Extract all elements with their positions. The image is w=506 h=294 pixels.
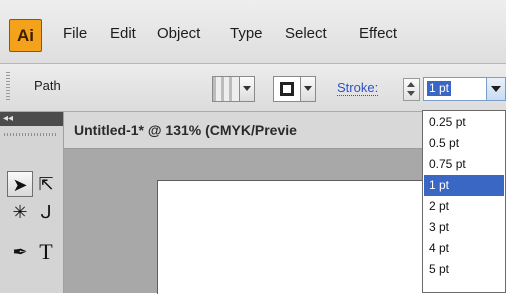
document-tab-title: Untitled-1* @ 131% (CMYK/Previe bbox=[74, 122, 297, 138]
type-tool-icon: T bbox=[39, 239, 53, 264]
direct-selection-tool[interactable]: ⇱ bbox=[33, 171, 59, 197]
selection-type-label: Path bbox=[34, 78, 61, 93]
fill-dropdown-button[interactable] bbox=[239, 76, 255, 102]
stroke-option-selected[interactable]: 1 pt bbox=[424, 175, 504, 196]
stroke-option[interactable]: 3 pt bbox=[424, 217, 504, 238]
magic-wand-tool-icon: ✳ bbox=[12, 202, 28, 222]
arrow-up-icon[interactable] bbox=[407, 82, 415, 87]
lasso-tool[interactable]: ᒍ bbox=[33, 199, 59, 225]
arrow-down-icon[interactable] bbox=[407, 91, 415, 96]
stroke-weight-dropdown-button[interactable] bbox=[486, 77, 506, 101]
magic-wand-tool[interactable]: ✳ bbox=[7, 199, 33, 225]
fill-swatch[interactable] bbox=[212, 76, 240, 102]
lasso-tool-icon: ᒍ bbox=[40, 202, 52, 222]
chevron-down-icon bbox=[243, 86, 251, 91]
stroke-option[interactable]: 0.5 pt bbox=[424, 133, 504, 154]
collapse-panel-icon[interactable]: ◂◂ bbox=[3, 113, 13, 124]
pen-tool[interactable]: ✒ bbox=[7, 239, 33, 265]
menu-effect[interactable]: Effect bbox=[359, 24, 397, 44]
tools-panel-header[interactable]: ◂◂ bbox=[0, 112, 63, 126]
chevron-down-icon bbox=[491, 86, 501, 92]
type-tool[interactable]: T bbox=[33, 239, 59, 265]
tools-panel-grip[interactable] bbox=[4, 133, 58, 136]
menu-type[interactable]: Type bbox=[230, 24, 263, 44]
direct-selection-tool-icon: ⇱ bbox=[38, 174, 54, 194]
menu-file[interactable]: File bbox=[63, 24, 87, 44]
stroke-option[interactable]: 5 pt bbox=[424, 259, 504, 280]
chevron-down-icon bbox=[304, 86, 312, 91]
stroke-option[interactable]: 4 pt bbox=[424, 238, 504, 259]
stroke-square-icon bbox=[280, 82, 294, 96]
panel-grip[interactable] bbox=[6, 72, 10, 102]
stroke-weight-stepper[interactable] bbox=[403, 78, 420, 101]
stroke-weight-list: 0.25 pt 0.5 pt 0.75 pt 1 pt 2 pt 3 pt 4 … bbox=[422, 110, 506, 293]
stroke-swatch[interactable] bbox=[273, 76, 301, 102]
stroke-weight-input[interactable]: 1 pt bbox=[423, 77, 487, 101]
stroke-option[interactable]: 0.75 pt bbox=[424, 154, 504, 175]
artboard[interactable] bbox=[157, 180, 428, 294]
control-bar: Path Stroke: 1 pt bbox=[0, 64, 506, 112]
pen-tool-icon: ✒ bbox=[12, 242, 28, 262]
stroke-option[interactable]: 2 pt bbox=[424, 196, 504, 217]
menu-select[interactable]: Select bbox=[285, 24, 327, 44]
stroke-weight-value: 1 pt bbox=[427, 81, 452, 96]
selection-tool-icon: ➤ bbox=[12, 175, 28, 195]
stroke-option[interactable]: 0.25 pt bbox=[424, 112, 504, 133]
selection-tool[interactable]: ➤ bbox=[7, 171, 33, 197]
document-tab[interactable]: Untitled-1* @ 131% (CMYK/Previe bbox=[64, 112, 424, 149]
menu-edit[interactable]: Edit bbox=[110, 24, 136, 44]
menu-object[interactable]: Object bbox=[157, 24, 200, 44]
stroke-panel-link[interactable]: Stroke: bbox=[337, 80, 379, 96]
stroke-color-dropdown-button[interactable] bbox=[300, 76, 316, 102]
menu-bar: Ai File Edit Object Type Select Effect bbox=[0, 0, 506, 64]
tools-panel: ◂◂ ➤ ⇱ ✳ ᒍ ✒ T bbox=[0, 112, 64, 293]
app-logo: Ai bbox=[9, 19, 42, 52]
